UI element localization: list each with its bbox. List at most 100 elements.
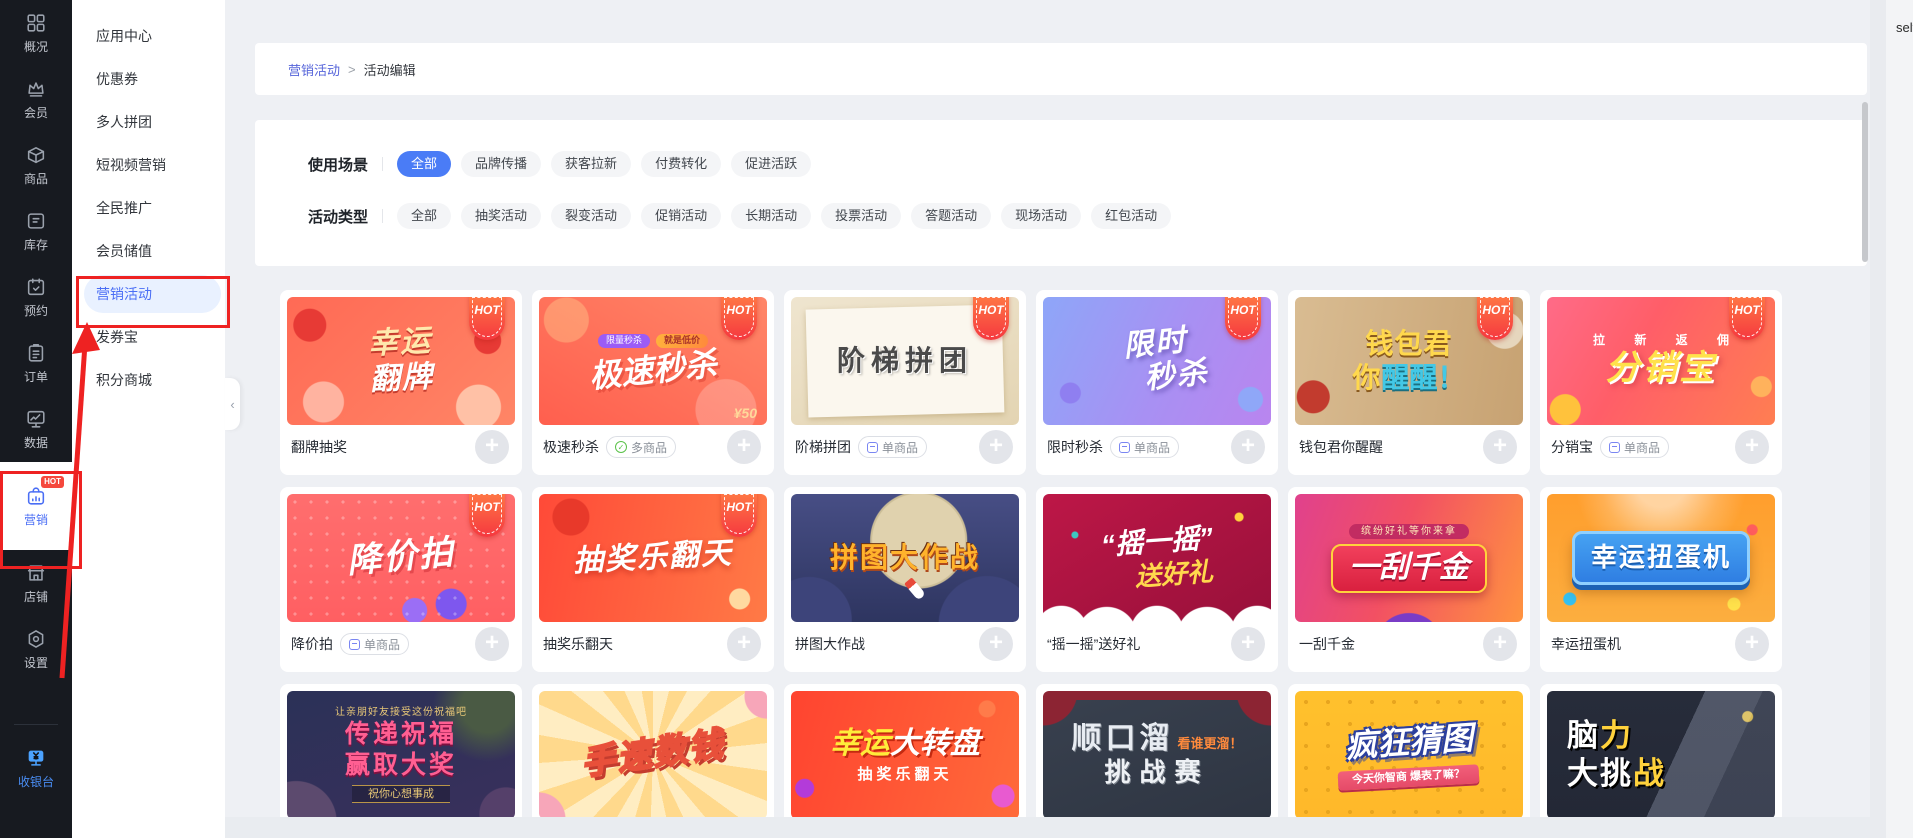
submenu-item-marketing-activity[interactable]: 营销活动 xyxy=(84,275,221,313)
activity-card: 疯狂猜图 今天你智商 爆表了嘛？ xyxy=(1288,684,1530,838)
sidebar-item-shop[interactable]: 店铺 xyxy=(0,550,72,616)
filter-option[interactable]: 付费转化 xyxy=(641,151,722,177)
card-info-row: “摇一摇”送好礼 xyxy=(1043,622,1271,666)
sidebar-item-orders[interactable]: 订单 xyxy=(0,330,72,396)
add-activity-button[interactable] xyxy=(979,627,1013,661)
sidebar-item-members[interactable]: 会员 xyxy=(0,66,72,132)
product-scope-tag: 单商品 xyxy=(858,436,928,458)
add-activity-button[interactable] xyxy=(1483,430,1517,464)
sidebar-item-inventory[interactable]: 库存 xyxy=(0,198,72,264)
activity-card: 手速数钱 xyxy=(532,684,774,838)
filter-option[interactable]: 红包活动 xyxy=(1091,203,1172,229)
filter-option[interactable]: 全部 xyxy=(397,151,452,177)
activity-banner: 拉 新 返 佣分销宝 HOT xyxy=(1547,297,1775,425)
breadcrumb-current: 活动编辑 xyxy=(363,62,416,78)
sidebar-item-data[interactable]: 数据 xyxy=(0,396,72,462)
banner-lines: “摇一摇” 送好礼 xyxy=(1043,494,1271,622)
order-clipboard-icon xyxy=(25,342,47,364)
banner-lines: 让亲朋好友接受这份祝福吧 传递祝福 赢取大奖 祝你心想事成 xyxy=(287,691,515,819)
app-window: 概况会员商品 库存 预约 订单 数据营销 HOT 店铺设置收银台 应用中心 优惠券 多人拼团 短视… xyxy=(0,0,1913,838)
sidebar-item-label: 营销 xyxy=(23,512,48,527)
page-background-right xyxy=(1886,0,1913,838)
banner-text: 拉 新 返 佣 xyxy=(1592,332,1742,347)
banner-text: 送好礼 xyxy=(1133,556,1214,592)
filter-option[interactable]: 投票活动 xyxy=(821,203,902,229)
submenu-item-app-center[interactable]: 应用中心 xyxy=(72,15,225,58)
submenu-item-promotion[interactable]: 全民推广 xyxy=(72,187,225,230)
sidebar-item-goods[interactable]: 商品 xyxy=(0,132,72,198)
banner-text: 看谁更溜！ xyxy=(1177,735,1243,751)
sidebar-item-label: 会员 xyxy=(23,105,48,120)
add-activity-button[interactable] xyxy=(475,627,509,661)
add-activity-button[interactable] xyxy=(1483,627,1517,661)
filter-option[interactable]: 全部 xyxy=(397,203,452,229)
card-info-row: 钱包君你醒醒 xyxy=(1295,425,1523,469)
add-activity-button[interactable] xyxy=(979,430,1013,464)
submenu-item-short-video[interactable]: 短视频营销 xyxy=(72,144,225,187)
sidebar-item-booking[interactable]: 预约 xyxy=(0,264,72,330)
submenu-item-group-buying[interactable]: 多人拼团 xyxy=(72,101,225,144)
banner-text-row: 大挑战 xyxy=(1567,756,1666,792)
filter-option[interactable]: 长期活动 xyxy=(731,203,812,229)
submenu-item-coupons[interactable]: 优惠券 xyxy=(72,58,225,101)
hot-ribbon: HOT xyxy=(1477,297,1513,340)
filter-option[interactable]: 促销活动 xyxy=(641,203,722,229)
banner-lines: 拼图大作战 xyxy=(791,494,1019,622)
filter-option[interactable]: 获客拉新 xyxy=(551,151,632,177)
add-activity-button[interactable] xyxy=(1231,430,1265,464)
breadcrumb-parent-link[interactable]: 营销活动 xyxy=(288,60,340,79)
hot-ribbon: HOT xyxy=(469,297,505,340)
submenu-item-stored-value[interactable]: 会员储值 xyxy=(72,230,225,273)
banner-text: 阶梯拼团 xyxy=(836,344,973,376)
banner-text: 抽奖乐翻天 xyxy=(857,765,953,783)
activity-card: 幸运 大转盘 抽奖乐翻天 xyxy=(784,684,1026,838)
sidebar-item-label: 设置 xyxy=(23,655,48,670)
banner-lines: 顺口溜 看谁更溜！ 挑战赛 xyxy=(1043,691,1271,819)
sidebar-item-label: 店铺 xyxy=(23,589,48,604)
add-activity-button[interactable] xyxy=(1231,627,1265,661)
sidebar-item-settings[interactable]: 设置 xyxy=(0,616,72,682)
activity-banner: 脑力大挑战 xyxy=(1547,691,1775,819)
filter-option[interactable]: 现场活动 xyxy=(1001,203,1082,229)
data-monitor-icon xyxy=(25,408,47,430)
dashboard-grid-icon xyxy=(25,12,47,34)
sidebar-collapse-handle[interactable] xyxy=(225,378,240,430)
sidebar-item-cashier[interactable]: 收银台 xyxy=(0,735,72,801)
banner-text: 祝你心想事成 xyxy=(352,784,450,804)
banner-text: 降价拍 xyxy=(345,533,457,582)
filter-row-label: 使用场景 xyxy=(308,156,369,174)
product-scope-label: 单商品 xyxy=(1134,440,1171,455)
card-info-row: 降价拍 单商品 xyxy=(287,622,515,666)
hot-ribbon: HOT xyxy=(721,297,757,340)
vertical-scrollbar-thumb[interactable] xyxy=(1862,102,1868,262)
banner-text: 幸运 xyxy=(830,727,890,761)
banner-text-row: 脑力 xyxy=(1567,718,1633,754)
filter-option[interactable]: 促进活跃 xyxy=(731,151,812,177)
submenu-item-coupon-sender[interactable]: 发券宝 xyxy=(72,316,225,359)
activity-title: 翻牌抽奖 xyxy=(291,439,347,455)
submenu-item-points-mall[interactable]: 积分商城 xyxy=(72,359,225,402)
filter-option[interactable]: 裂变活动 xyxy=(551,203,632,229)
filter-option[interactable]: 品牌传播 xyxy=(461,151,542,177)
card-info-row: 限时秒杀 单商品 xyxy=(1043,425,1271,469)
banner-text-row: 顺口溜 看谁更溜！ xyxy=(1071,722,1242,757)
clipped-edge-text: self xyxy=(1896,20,1913,35)
card-info-row: 极速秒杀 多商品 xyxy=(539,425,767,469)
filter-option[interactable]: 抽奖活动 xyxy=(461,203,542,229)
banner-text: 就是低价 xyxy=(656,333,709,348)
add-activity-button[interactable] xyxy=(727,430,761,464)
hot-badge: HOT xyxy=(41,476,64,488)
breadcrumb: 营销活动 > 活动编辑 xyxy=(255,43,1867,95)
sidebar-item-overview[interactable]: 概况 xyxy=(0,0,72,66)
primary-sidebar: 概况会员商品 库存 预约 订单 数据营销 HOT 店铺设置收银台 xyxy=(0,0,72,838)
filter-option[interactable]: 答题活动 xyxy=(911,203,992,229)
activity-title: 拼图大作战 xyxy=(795,636,865,652)
add-activity-button[interactable] xyxy=(1735,430,1769,464)
add-activity-button[interactable] xyxy=(475,430,509,464)
banner-lines: 缤纷好礼等你来拿 一刮千金 xyxy=(1295,494,1523,622)
card-info-row: 拼图大作战 xyxy=(791,622,1019,666)
sidebar-item-marketing[interactable]: 营销 HOT xyxy=(0,462,72,550)
add-activity-button[interactable] xyxy=(1735,627,1769,661)
add-activity-button[interactable] xyxy=(727,627,761,661)
banner-text: 今天你智商 爆表了嘛？ xyxy=(1338,763,1480,790)
